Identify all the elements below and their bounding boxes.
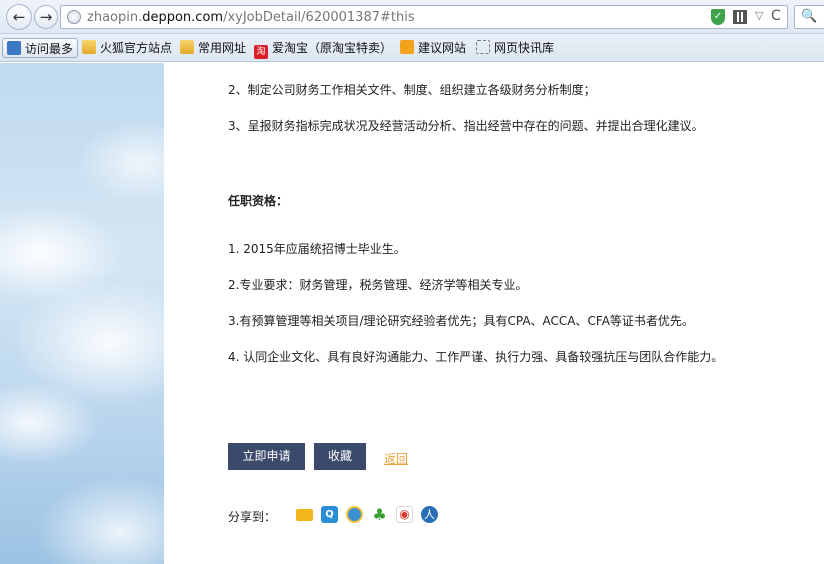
- sky-background: [0, 63, 164, 564]
- security-shield-icon[interactable]: ✓: [711, 9, 725, 25]
- forward-button[interactable]: →: [34, 5, 58, 29]
- browser-navbar: ← → zhaopin.deppon.com/xyJobDetail/62000…: [0, 0, 824, 34]
- qzone-icon[interactable]: Q: [321, 506, 338, 523]
- bookmark-ai-taobao[interactable]: 淘爱淘宝（原淘宝特卖）: [254, 38, 392, 59]
- requirement-item: 1. 2015年应届统招博士毕业生。: [228, 242, 406, 256]
- web-slice-icon: [476, 40, 490, 54]
- back-link[interactable]: 返回: [384, 450, 408, 467]
- globe-icon: [67, 10, 81, 24]
- requirement-item: 3.有预算管理等相关项目/理论研究经验者优先；具有CPA、ACCA、CFA等证书…: [228, 314, 694, 328]
- requirement-item: 4. 认同企业文化、具有良好沟通能力、工作严谨、执行力强、具备较强抗压与团队合作…: [228, 350, 724, 364]
- requirements-title: 任职资格：: [228, 194, 289, 208]
- job-detail-content: 2、制定公司财务工作相关文件、制度、组织建立各级财务分析制度； 3、呈报财务指标…: [164, 63, 824, 564]
- reload-icon[interactable]: C: [771, 8, 781, 24]
- folder-icon: [180, 40, 194, 54]
- address-bar[interactable]: zhaopin.deppon.com/xyJobDetail/620001387…: [60, 5, 788, 29]
- weibo-icon[interactable]: ◉: [396, 506, 413, 523]
- bookmark-firefox-official[interactable]: 火狐官方站点: [82, 38, 172, 58]
- requirement-item: 2.专业要求：财务管理，税务管理、经济学等相关专业。: [228, 278, 528, 292]
- pengyou-icon[interactable]: [346, 506, 363, 523]
- forward-arrow-icon: →: [39, 8, 53, 26]
- back-button[interactable]: ←: [6, 4, 32, 30]
- taobao-icon: 淘: [254, 45, 268, 59]
- kaixin-icon[interactable]: ♣: [371, 506, 388, 523]
- share-label: 分享到：: [228, 510, 277, 524]
- search-box[interactable]: 🔍: [794, 5, 824, 29]
- favorite-button[interactable]: 收藏: [314, 443, 366, 470]
- bookmark-web-slice-gallery[interactable]: 网页快讯库: [476, 38, 554, 58]
- apply-now-button[interactable]: 立即申请: [228, 443, 305, 470]
- bookmark-most-visited[interactable]: 访问最多: [2, 38, 79, 58]
- bookmark-most-icon: [7, 41, 21, 55]
- folder-icon: [82, 40, 96, 54]
- bulb-icon: [400, 40, 414, 54]
- back-arrow-icon: ←: [12, 8, 26, 26]
- url-dropdown-icon[interactable]: ▽: [755, 9, 763, 22]
- qr-code-icon[interactable]: [733, 10, 747, 24]
- renren-icon[interactable]: 人: [421, 506, 438, 523]
- mail-icon[interactable]: [296, 509, 313, 521]
- bookmark-common-sites[interactable]: 常用网址: [180, 38, 246, 58]
- url-text[interactable]: zhaopin.deppon.com/xyJobDetail/620001387…: [87, 10, 415, 25]
- bookmark-suggested-sites[interactable]: 建议网站: [400, 38, 466, 58]
- duty-item: 3、呈报财务指标完成状况及经营活动分析、指出经营中存在的问题、并提出合理化建议。: [228, 119, 704, 133]
- search-icon: 🔍: [801, 9, 818, 24]
- bookmarks-toolbar: 访问最多 火狐官方站点 常用网址 淘爱淘宝（原淘宝特卖） 建议网站 网页快讯库: [0, 34, 824, 62]
- duty-item: 2、制定公司财务工作相关文件、制度、组织建立各级财务分析制度；: [228, 83, 596, 97]
